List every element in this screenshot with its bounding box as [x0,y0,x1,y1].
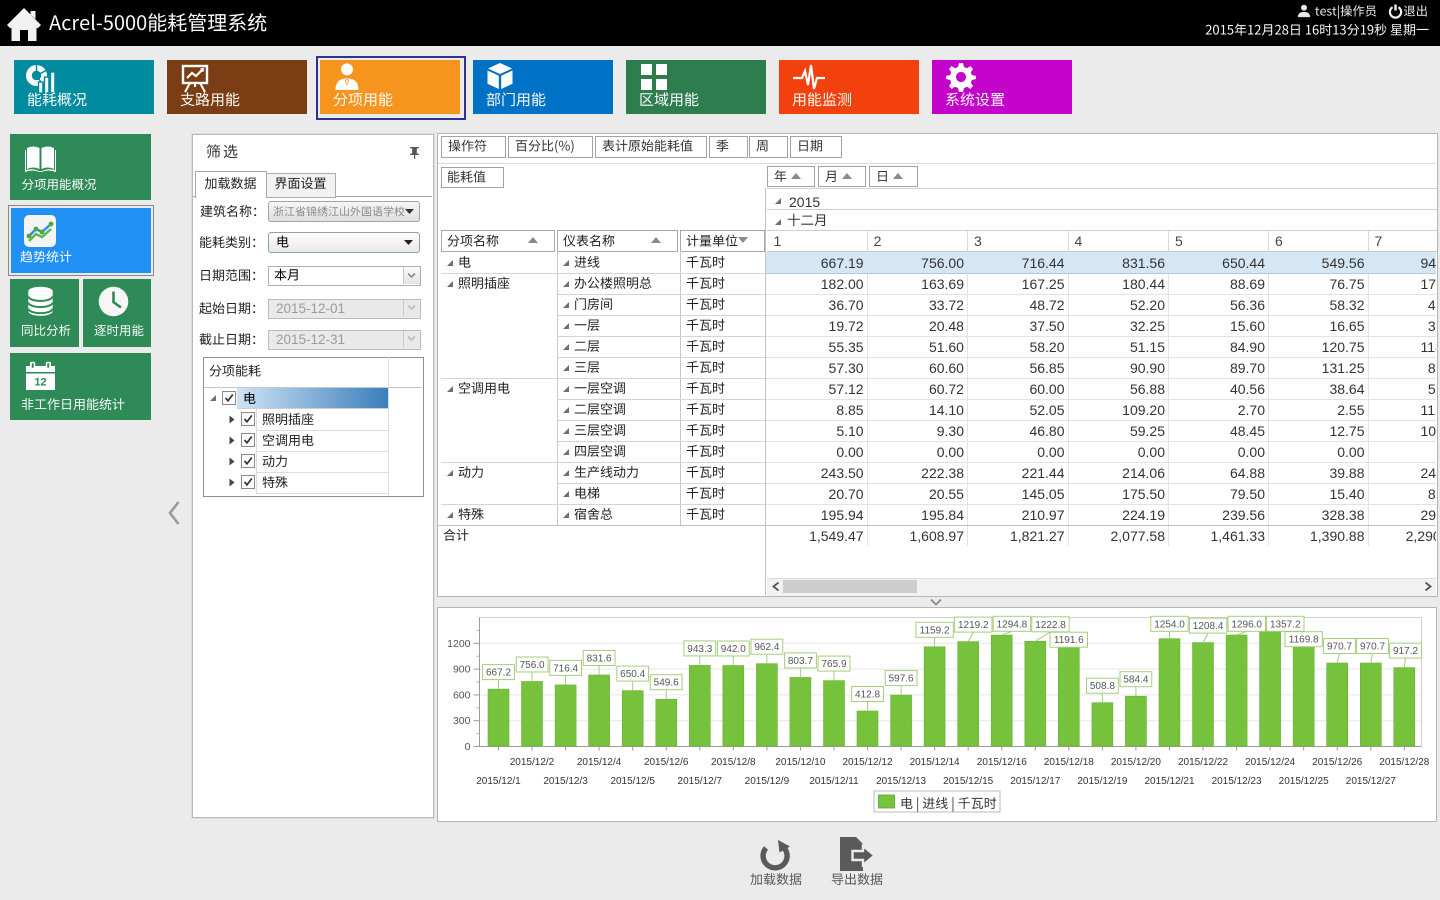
svg-text:2015/12/22: 2015/12/22 [1178,757,1228,768]
svg-text:970.7: 970.7 [1327,642,1352,653]
svg-text:2015/12/1: 2015/12/1 [476,776,521,787]
svg-text:0: 0 [465,741,471,753]
svg-text:942.0: 942.0 [721,644,746,655]
svg-text:962.4: 962.4 [754,642,779,653]
svg-text:549.6: 549.6 [654,678,679,689]
svg-text:831.6: 831.6 [587,654,612,665]
svg-text:970.7: 970.7 [1360,642,1385,653]
svg-text:917.2: 917.2 [1393,646,1418,657]
svg-text:2015/12/14: 2015/12/14 [910,757,960,768]
svg-text:1191.6: 1191.6 [1054,635,1084,646]
svg-text:2015/12/25: 2015/12/25 [1279,776,1329,787]
svg-text:765.9: 765.9 [821,659,846,670]
svg-text:2015/12/10: 2015/12/10 [775,757,825,768]
svg-text:300: 300 [453,715,471,727]
svg-text:2015/12/20: 2015/12/20 [1111,757,1161,768]
svg-text:2015/12/19: 2015/12/19 [1077,776,1127,787]
svg-text:2015/12/7: 2015/12/7 [678,776,723,787]
svg-text:1254.0: 1254.0 [1154,619,1185,630]
svg-text:2015/12/21: 2015/12/21 [1144,776,1194,787]
svg-text:2015/12/11: 2015/12/11 [809,776,859,787]
svg-text:2015/12/12: 2015/12/12 [842,757,892,768]
svg-text:508.8: 508.8 [1090,681,1115,692]
svg-text:2015/12/23: 2015/12/23 [1212,776,1262,787]
svg-text:900: 900 [453,664,471,676]
svg-text:2015/12/27: 2015/12/27 [1346,776,1396,787]
svg-text:2015/12/4: 2015/12/4 [577,757,622,768]
svg-text:756.0: 756.0 [520,660,545,671]
svg-text:2015/12/28: 2015/12/28 [1379,757,1429,768]
svg-text:1208.4: 1208.4 [1193,621,1224,632]
svg-text:2015/12/18: 2015/12/18 [1044,757,1094,768]
svg-text:12: 12 [34,377,46,389]
svg-text:1222.8: 1222.8 [1035,620,1066,631]
svg-text:1169.8: 1169.8 [1289,635,1319,646]
svg-text:2015/12/9: 2015/12/9 [745,776,790,787]
svg-text:2015/12/3: 2015/12/3 [543,776,588,787]
svg-text:1219.2: 1219.2 [958,620,989,631]
svg-text:803.7: 803.7 [788,656,813,667]
svg-text:2015/12/8: 2015/12/8 [711,757,756,768]
svg-text:597.6: 597.6 [889,674,914,685]
svg-text:600: 600 [453,689,471,701]
svg-text:1296.0: 1296.0 [1231,619,1262,630]
svg-text:650.4: 650.4 [620,669,645,680]
svg-text:2015/12/2: 2015/12/2 [510,757,555,768]
svg-text:2015/12/26: 2015/12/26 [1312,757,1362,768]
svg-text:667.2: 667.2 [486,668,511,679]
svg-text:716.4: 716.4 [553,663,578,674]
svg-text:943.3: 943.3 [687,644,712,655]
svg-text:2015/12/17: 2015/12/17 [1010,776,1060,787]
svg-text:2015/12/5: 2015/12/5 [610,776,655,787]
svg-text:584.4: 584.4 [1123,675,1148,686]
svg-text:1159.2: 1159.2 [920,625,950,636]
svg-text:2015/12/15: 2015/12/15 [943,776,993,787]
svg-text:2015/12/24: 2015/12/24 [1245,757,1295,768]
svg-text:1357.2: 1357.2 [1270,619,1301,630]
svg-text:2015/12/13: 2015/12/13 [876,776,926,787]
svg-text:2015/12/16: 2015/12/16 [977,757,1027,768]
svg-text:1200: 1200 [447,638,471,650]
svg-text:1294.8: 1294.8 [997,619,1028,630]
svg-text:412.8: 412.8 [855,690,880,701]
svg-text:2015/12/6: 2015/12/6 [644,757,689,768]
